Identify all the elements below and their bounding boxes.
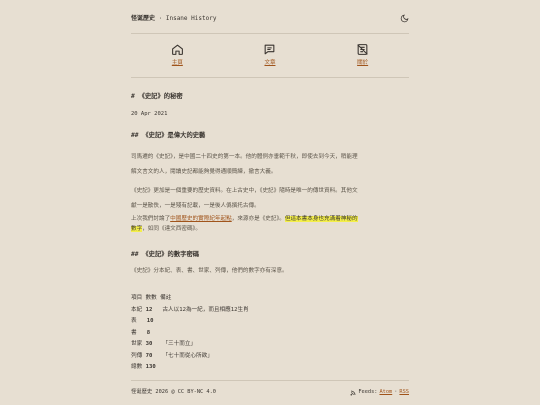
brand-tagline: Insane History (165, 14, 217, 22)
paragraph-3-text-post: ，如同《達文西密碼》。 (142, 225, 201, 232)
paragraph-3: 上次我們討論了中國歷史的實際紀年起點，來源亦是《史記》。但這本書本身也充滿着神秘… (131, 215, 409, 234)
paragraph-1: 司馬遷的《史記》，是中國二十四史的第一本。他的體例亦垂範千秋，即使去到今天，稍能… (131, 147, 409, 183)
nav-label-about: 關於 (357, 60, 369, 66)
row-count: 12 (145, 306, 153, 313)
brand-name: 怪诞歷史 (131, 14, 156, 22)
feeds-label: Feeds: (358, 389, 378, 396)
footer-copyright: 怪诞歷史 2026 @ CC BY-NC 4.0 (131, 389, 216, 396)
site-footer: 怪诞歷史 2026 @ CC BY-NC 4.0 Feeds: Atom · R… (131, 388, 409, 398)
article-icon (265, 44, 275, 55)
site-brand[interactable]: 怪诞歷史 · Insane History (131, 14, 216, 23)
chronology-link[interactable]: 中國歷史的實際紀年起點 (170, 216, 232, 222)
rss-icon (350, 390, 356, 396)
paragraph-3-text-mid: ，來源亦是《史記》。 (231, 216, 285, 222)
paragraph-1-line-2: 解文言文的人，閱讀史記都能夠覺得通順簡練，撤言大義。 (131, 168, 277, 175)
table-row: 列傳 70 「七十而從心所欲」 (131, 351, 249, 363)
table-row: 書 8 (131, 328, 249, 340)
row-note: 古人以12為一紀，而且相應12生肖 (162, 306, 249, 313)
feeds-separator: · (394, 389, 398, 396)
header-divider (131, 33, 409, 34)
paragraph-1-line-1: 司馬遷的《史記》，是中國二十四史的第一本。他的體例亦垂範千秋，即使去到今天，稍能… (131, 153, 358, 160)
table-header: 項目 數數 備註 (131, 295, 172, 301)
row-name: 本紀 (131, 306, 143, 313)
row-name: 書 (131, 329, 137, 336)
highlight-text: 但這本書本身也充滿着神秘的 (284, 216, 358, 222)
row-name: 總數 (131, 364, 143, 370)
row-name: 表 (131, 318, 137, 324)
highlight-text-2: 數字 (131, 225, 143, 232)
row-count: 8 (146, 329, 151, 336)
row-note: 「三十而立」 (162, 341, 197, 347)
row-name: 世家 (131, 341, 143, 347)
row-note: 「七十而從心所欲」 (162, 352, 213, 359)
row-name: 列傳 (131, 352, 143, 359)
site-header: 怪诞歷史 · Insane History (131, 11, 409, 25)
paragraph-2-line-2: 獻一是散佚，一是殘有記載，一是後人僞撰托古傳。 (131, 202, 260, 209)
row-count: 70 (145, 352, 153, 359)
paragraph-3-text-pre: 上次我們討論了 (131, 216, 171, 222)
article-title: # 《史記》的秘密 (131, 93, 183, 100)
nav-item-articles[interactable]: 文章 (240, 43, 300, 67)
nav-label-articles: 文章 (264, 60, 276, 66)
nav-item-about[interactable]: 關於 (333, 43, 393, 67)
nav-item-home[interactable]: 主頁 (147, 43, 207, 67)
footer-divider (131, 380, 409, 381)
numbers-table: 項目 數數 備註 本紀 12 古人以12為一紀，而且相應12生肖 表 10 書 … (131, 293, 249, 374)
table-row: 總數 130 (131, 362, 249, 374)
row-count: 10 (146, 318, 154, 324)
row-count: 30 (145, 341, 153, 347)
table-row: 世家 30 「三十而立」 (131, 339, 249, 351)
nav-label-home: 主頁 (171, 60, 183, 66)
main-nav: 主頁 文章 關於 (131, 43, 409, 67)
section-heading-1: ## 《史記》是偉大的史藝 (131, 132, 206, 139)
table-row: 本紀 12 古人以12為一紀，而且相應12生肖 (131, 305, 249, 317)
atom-link[interactable]: Atom (379, 389, 392, 397)
feeds: Feeds: Atom · RSS (350, 389, 409, 397)
moon-icon[interactable] (399, 13, 409, 23)
table-row: 表 10 (131, 316, 249, 328)
paragraph-2-line-1: 《史記》更加是一個重要的歷史資料。在上古史中，《史記》隨時是唯一的傳世資料。其他… (131, 187, 358, 194)
paragraph-2: 《史記》更加是一個重要的歷史資料。在上古史中，《史記》隨時是唯一的傳世資料。其他… (131, 181, 409, 217)
article-date: 20 Apr 2021 (131, 111, 168, 117)
home-icon (171, 44, 183, 55)
section-heading-2: ## 《史記》的數字密碼 (131, 251, 200, 258)
rss-link[interactable]: RSS (399, 389, 409, 397)
about-icon (357, 44, 368, 55)
row-count: 130 (145, 364, 156, 370)
brand-separator: · (155, 14, 166, 22)
paragraph-4: 《史記》分本紀、表、書、世家、列傳，他們的數字亦有深意。 (131, 268, 288, 274)
nav-divider (131, 77, 409, 78)
page: 怪诞歷史 · Insane History 主頁 文章 關於 # 《史記》的秘密… (0, 0, 540, 405)
